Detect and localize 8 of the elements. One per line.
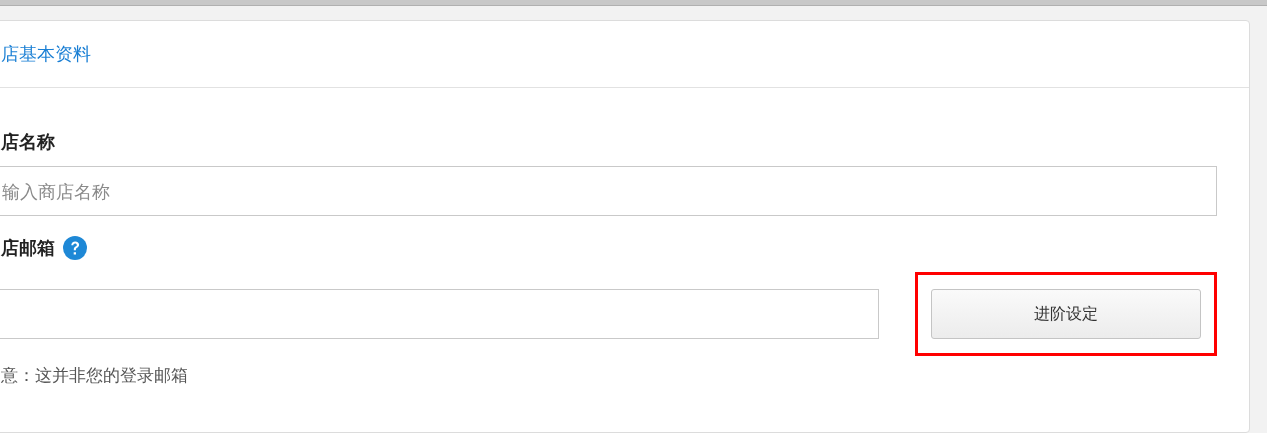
field-label: 店邮箱: [1, 236, 55, 260]
field-note: 意：这并非您的登录邮箱: [1, 364, 189, 387]
input-field[interactable]: [0, 289, 879, 339]
input-field[interactable]: 输入商店名称: [0, 166, 1217, 216]
help-icon[interactable]: [63, 236, 87, 260]
field-label: 店名称: [1, 130, 55, 154]
advanced-settings-button[interactable]: 进阶设定: [931, 289, 1201, 339]
card-title: 店基本资料: [1, 42, 91, 66]
